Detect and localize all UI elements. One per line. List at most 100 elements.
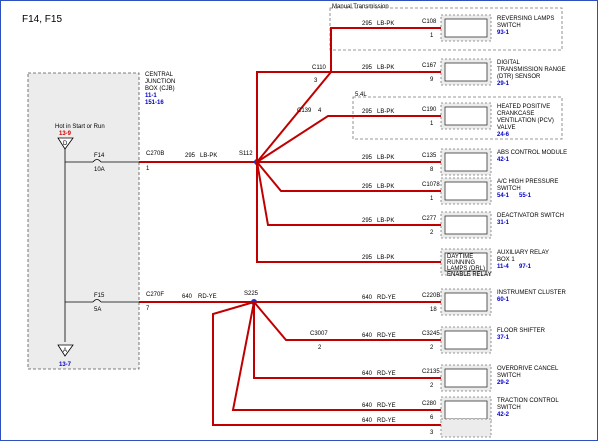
fuse-f15-name: F15 bbox=[94, 293, 105, 299]
branch-wire-1 bbox=[256, 27, 441, 163]
branch-5-connector: C1078 bbox=[422, 182, 440, 188]
branch-8-name-0: INSTRUMENT CLUSTER bbox=[497, 290, 567, 296]
branch-9-pin: 2 bbox=[430, 345, 434, 351]
branch-1-ref: 93-1 bbox=[497, 30, 510, 36]
wire-295-color: LB-PK bbox=[200, 153, 217, 159]
branch-2-name-2: (DTR) SENSOR bbox=[497, 74, 541, 80]
branch-6-connector: C277 bbox=[422, 216, 437, 222]
branch-wire-3 bbox=[256, 115, 441, 163]
cjb-box bbox=[27, 72, 140, 370]
branch-7-inner-3: ENABLE RELAY bbox=[447, 272, 492, 278]
branch-8-circuit: 640 bbox=[362, 295, 373, 301]
branch-6-name-0: DEACTIVATOR SWITCH bbox=[497, 213, 564, 219]
c110-label: C110 bbox=[312, 65, 327, 71]
branch-2-color: LB-PK bbox=[377, 65, 394, 71]
branch-7-color: LB-PK bbox=[377, 255, 394, 261]
branch-1-name-1: SWITCH bbox=[497, 23, 521, 29]
branch-10-name-0: OVERDRIVE CANCEL bbox=[497, 366, 559, 372]
branch-2-circuit: 295 bbox=[362, 65, 373, 71]
branch-2-name-0: DIGITAL bbox=[497, 60, 521, 66]
ground-pin: A bbox=[63, 348, 67, 354]
cjb-ref: 11-1 bbox=[145, 93, 157, 99]
fuse-f14-rating: 10A bbox=[94, 167, 105, 173]
branch-7-name-0: AUXILIARY RELAY bbox=[497, 250, 549, 256]
diagram-title: F14, F15 bbox=[22, 14, 62, 25]
wiring-diagram: F14, F15 CENTRAL JUNCTION BOX (CJB) 11-1… bbox=[22, 4, 567, 438]
branch-3-name-2: VENTILATION (PCV) bbox=[497, 118, 554, 124]
branch-6-component-inner bbox=[444, 215, 488, 235]
branch-8-color: RD-YE bbox=[377, 295, 396, 301]
branch-3-ref: 24-6 bbox=[497, 132, 510, 138]
ground-ref: 13-7 bbox=[59, 362, 72, 368]
branch-2-connector: C167 bbox=[422, 63, 437, 69]
branch-6-ref: 31-1 bbox=[497, 220, 510, 226]
wire-640-color: RD-YE bbox=[198, 294, 217, 300]
branch-9-circuit: 640 bbox=[362, 333, 373, 339]
c3007-pin: 2 bbox=[318, 345, 322, 351]
branch-10-pin: 2 bbox=[430, 383, 434, 389]
branch-5-ref2: 55-1 bbox=[519, 193, 532, 199]
branch-3-circuit: 295 bbox=[362, 109, 373, 115]
branch-10-color: RD-YE bbox=[377, 371, 396, 377]
c110-pin: 3 bbox=[314, 78, 318, 84]
branch-5-component-inner bbox=[444, 181, 488, 201]
branch-5-ref: 54-1 bbox=[497, 193, 510, 199]
branch-2-name-1: TRANSMISSION RANGE bbox=[497, 67, 566, 73]
c139-label: C139 bbox=[297, 108, 312, 114]
branch-6-pin: 2 bbox=[430, 230, 434, 236]
branch-5-name-0: A/C HIGH PRESSURE bbox=[497, 179, 558, 185]
f14-pin: 1 bbox=[146, 166, 150, 172]
branch-11-name-1: SWITCH bbox=[497, 405, 521, 411]
hot-label: Hot in Start or Run bbox=[55, 124, 105, 130]
branch-3-name-1: CRANKCASE bbox=[497, 111, 534, 117]
branch-11-name-0: TRACTION CONTROL bbox=[497, 398, 559, 404]
branch-2-pin: 9 bbox=[430, 77, 434, 83]
branch-12-circuit: 640 bbox=[362, 418, 373, 424]
cjb-ref2: 151-16 bbox=[145, 100, 164, 106]
f15-pin: 7 bbox=[146, 306, 150, 312]
f14-connector: C270B bbox=[146, 151, 164, 157]
branch-9-component-inner bbox=[444, 330, 488, 350]
wire-640-circuit: 640 bbox=[182, 294, 193, 300]
branch-11-circuit: 640 bbox=[362, 403, 373, 409]
branch-3-connector: C190 bbox=[422, 107, 437, 113]
branch-wire-9 bbox=[253, 301, 441, 341]
branch-10-ref: 29-2 bbox=[497, 380, 510, 386]
branch-12-color: RD-YE bbox=[377, 418, 396, 424]
branch-5-pin: 1 bbox=[430, 196, 434, 202]
branch-3-name-3: VALVE bbox=[497, 125, 515, 131]
branch-1-pin: 1 bbox=[430, 33, 434, 39]
branch-wire-6 bbox=[256, 161, 441, 226]
fuse-f15-rating: 5A bbox=[94, 307, 101, 313]
branch-7-name-1: BOX 1 bbox=[497, 257, 515, 263]
branch-wire-12 bbox=[212, 301, 441, 426]
branch-4-ref: 42-1 bbox=[497, 157, 510, 163]
branch-2-component-inner bbox=[444, 62, 488, 82]
branch-1-circuit: 295 bbox=[362, 21, 373, 27]
branch-10-circuit: 640 bbox=[362, 371, 373, 377]
branch-1-connector: C108 bbox=[422, 19, 437, 25]
wire-295-circuit: 295 bbox=[185, 153, 196, 159]
branch-11-ref: 42-2 bbox=[497, 412, 510, 418]
branch-1-name-0: REVERSING LAMPS bbox=[497, 16, 554, 22]
branch-10-connector: C2135 bbox=[422, 369, 440, 375]
branch-5-color: LB-PK bbox=[377, 184, 394, 190]
source-pin: D bbox=[63, 141, 68, 147]
branch-6-color: LB-PK bbox=[377, 218, 394, 224]
branch-4-color: LB-PK bbox=[377, 155, 394, 161]
branch-11-color: RD-YE bbox=[377, 403, 396, 409]
branch-10-name-1: SWITCH bbox=[497, 373, 521, 379]
branch-9-ref: 37-1 bbox=[497, 335, 510, 341]
branch-5-name-1: SWITCH bbox=[497, 186, 521, 192]
branch-wire-5 bbox=[256, 161, 441, 192]
branch-1-color: LB-PK bbox=[377, 21, 394, 27]
branch-4-name-0: ABS CONTROL MODULE bbox=[497, 150, 567, 156]
branch-5-circuit: 295 bbox=[362, 184, 373, 190]
engine-tag: 5.4L bbox=[355, 92, 367, 98]
branch-9-color: RD-YE bbox=[377, 333, 396, 339]
branch-7-ref: 11-4 bbox=[497, 264, 509, 270]
branch-11-connector: C280 bbox=[422, 401, 437, 407]
branch-7-ref2: 97-1 bbox=[519, 264, 532, 270]
branch-7-circuit: 295 bbox=[362, 255, 373, 261]
branch-3-component-inner bbox=[444, 106, 488, 126]
